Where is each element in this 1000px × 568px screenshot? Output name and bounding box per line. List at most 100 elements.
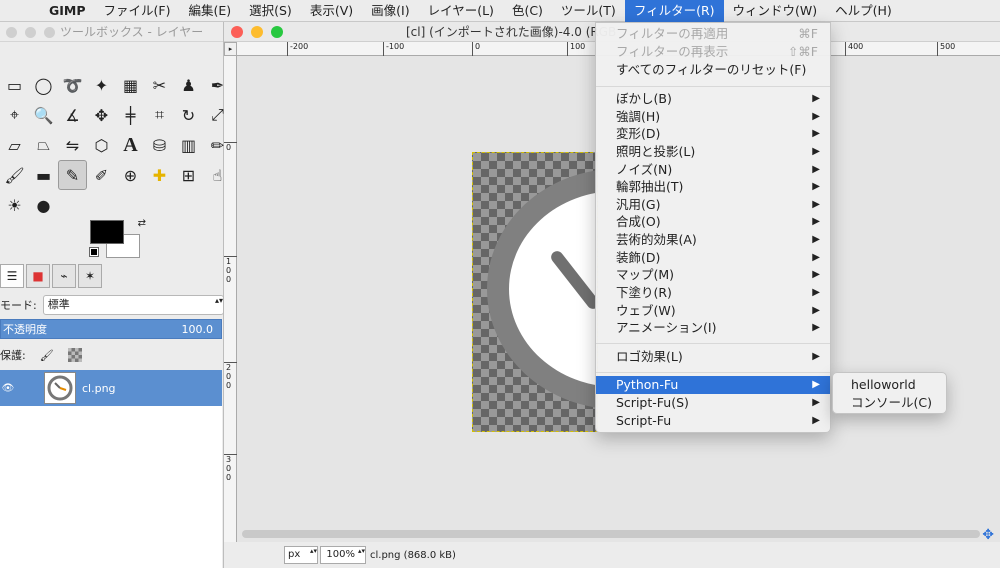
eye-icon[interactable]: 👁 bbox=[0, 383, 16, 394]
blur-icon[interactable]: ● bbox=[29, 190, 58, 220]
menu-item-web[interactable]: ウェブ(W) ▶ bbox=[596, 302, 830, 320]
zoom-select[interactable]: 100% bbox=[320, 546, 366, 564]
bucket-fill-icon[interactable]: ⛁ bbox=[145, 130, 174, 160]
color-picker-icon[interactable]: ⌖ bbox=[0, 100, 29, 130]
eraser-icon[interactable]: ▬ bbox=[29, 160, 58, 190]
clone-icon[interactable]: ⊕ bbox=[116, 160, 145, 190]
crop-icon[interactable]: ⌗ bbox=[145, 100, 174, 130]
submenu-arrow-icon: ▶ bbox=[812, 164, 820, 175]
horizontal-scrollbar[interactable] bbox=[242, 530, 980, 538]
submenu-arrow-icon: ▶ bbox=[812, 216, 820, 227]
lock-pixels-icon[interactable]: 🖌 bbox=[40, 349, 54, 362]
menu-item-script-fu[interactable]: Script-Fu ▶ bbox=[596, 412, 830, 430]
opacity-slider[interactable]: 不透明度 100.0 bbox=[0, 319, 222, 339]
perspective-clone-icon[interactable]: ⊞ bbox=[174, 160, 203, 190]
menu-item-script-fu-s[interactable]: Script-Fu(S) ▶ bbox=[596, 394, 830, 412]
unit-select[interactable]: px bbox=[284, 546, 318, 564]
image-window-title: [cl] (インポートされた画像)-4.0 (RGB bbox=[406, 25, 617, 39]
move-icon[interactable]: ✥ bbox=[87, 100, 116, 130]
rect-select-icon[interactable]: ▭ bbox=[0, 70, 29, 100]
menu-item-reshow-filter[interactable]: フィルターの再表示 ⇧⌘F bbox=[596, 43, 830, 61]
menu-item-generic[interactable]: 汎用(G) ▶ bbox=[596, 196, 830, 214]
menu-item-render[interactable]: 下塗り(R) ▶ bbox=[596, 284, 830, 302]
blend-icon[interactable]: ▥ bbox=[174, 130, 203, 160]
menu-item-artistic[interactable]: 芸術的効果(A) ▶ bbox=[596, 231, 830, 249]
menu-item-animation[interactable]: アニメーション(I) ▶ bbox=[596, 319, 830, 337]
menu-item-logos[interactable]: ロゴ効果(L) ▶ bbox=[596, 348, 830, 366]
submenu-arrow-icon: ▶ bbox=[812, 93, 820, 104]
channels-tab-icon[interactable]: ■ bbox=[26, 264, 50, 288]
ruler-tick: 0 bbox=[224, 142, 237, 152]
menu-edit[interactable]: 編集(E) bbox=[179, 0, 240, 22]
measure-icon[interactable]: ∡ bbox=[58, 100, 87, 130]
ruler-tick: 3 0 0 bbox=[224, 454, 237, 482]
foreground-select-icon[interactable]: ♟ bbox=[174, 70, 203, 100]
menu-item-decor[interactable]: 装飾(D) ▶ bbox=[596, 249, 830, 267]
image-canvas[interactable] bbox=[472, 152, 598, 432]
ellipse-select-icon[interactable]: ◯ bbox=[29, 70, 58, 100]
paintbrush-icon[interactable]: 🖌 bbox=[0, 160, 29, 190]
menu-item-distorts[interactable]: 変形(D) ▶ bbox=[596, 125, 830, 143]
close-button[interactable] bbox=[6, 27, 17, 38]
menu-image[interactable]: 画像(I) bbox=[362, 0, 418, 22]
menu-item-combine[interactable]: 合成(O) ▶ bbox=[596, 213, 830, 231]
quick-mask-toggle[interactable]: ▸ bbox=[224, 42, 237, 56]
swap-colors-icon[interactable]: ⇄ bbox=[138, 218, 146, 229]
menu-item-noise[interactable]: ノイズ(N) ▶ bbox=[596, 161, 830, 179]
menu-filters[interactable]: フィルター(R) bbox=[624, 0, 724, 22]
menu-item-edge-detect[interactable]: 輪郭抽出(T) ▶ bbox=[596, 178, 830, 196]
menu-gimp[interactable]: GIMP bbox=[40, 0, 95, 22]
layers-tab-icon[interactable]: ☰ bbox=[0, 264, 24, 288]
shear-icon[interactable]: ▱ bbox=[0, 130, 29, 160]
select-by-color-icon[interactable]: ▦ bbox=[116, 70, 145, 100]
flip-icon[interactable]: ⇋ bbox=[58, 130, 87, 160]
dodge-burn-icon[interactable]: ☀ bbox=[0, 190, 29, 220]
rotate-icon[interactable]: ↻ bbox=[174, 100, 203, 130]
lock-alpha-icon[interactable] bbox=[67, 348, 82, 362]
navigate-icon[interactable]: ✥ bbox=[982, 527, 994, 543]
menu-item-console[interactable]: コンソール(C) bbox=[833, 394, 946, 412]
foreground-color-swatch[interactable] bbox=[90, 220, 124, 244]
menu-windows[interactable]: ウィンドウ(W) bbox=[724, 0, 827, 22]
menu-tools[interactable]: ツール(T) bbox=[552, 0, 625, 22]
mode-select[interactable]: 標準 bbox=[42, 295, 224, 315]
cage-icon[interactable]: ⬡ bbox=[87, 130, 116, 160]
lasso-icon[interactable]: ➰ bbox=[58, 70, 87, 100]
menu-item-helloworld[interactable]: helloworld bbox=[833, 376, 946, 394]
menu-item-light-shadow[interactable]: 照明と投影(L) ▶ bbox=[596, 143, 830, 161]
menu-item-enhance[interactable]: 強調(H) ▶ bbox=[596, 108, 830, 126]
align-icon[interactable]: ╪ bbox=[116, 100, 145, 130]
menu-layer[interactable]: レイヤー(L) bbox=[419, 0, 503, 22]
heal-icon[interactable]: ✚ bbox=[145, 160, 174, 190]
menu-item-blur[interactable]: ぼかし(B) ▶ bbox=[596, 90, 830, 108]
minimize-button[interactable] bbox=[25, 27, 36, 38]
undo-tab-icon[interactable]: ✶ bbox=[78, 264, 102, 288]
default-colors-icon[interactable] bbox=[89, 247, 99, 257]
menu-colors[interactable]: 色(C) bbox=[503, 0, 552, 22]
close-button[interactable] bbox=[231, 26, 243, 38]
submenu-arrow-icon: ▶ bbox=[812, 146, 820, 157]
menu-item-python-fu[interactable]: Python-Fu ▶ bbox=[596, 376, 830, 394]
text-icon[interactable]: A bbox=[116, 130, 145, 160]
ink-icon[interactable]: ✐ bbox=[87, 160, 116, 190]
menu-select[interactable]: 選択(S) bbox=[240, 0, 301, 22]
menu-help[interactable]: ヘルプ(H) bbox=[826, 0, 901, 22]
zoom-button[interactable] bbox=[271, 26, 283, 38]
submenu-arrow-icon: ▶ bbox=[812, 379, 820, 390]
menu-item-map[interactable]: マップ(M) ▶ bbox=[596, 266, 830, 284]
menu-item-label: ロゴ効果(L) bbox=[616, 349, 683, 364]
minimize-button[interactable] bbox=[251, 26, 263, 38]
magic-wand-icon[interactable]: ✦ bbox=[87, 70, 116, 100]
airbrush-icon[interactable]: ✎ bbox=[58, 160, 87, 190]
layer-row[interactable]: 👁 cl.png bbox=[0, 370, 222, 406]
menu-file[interactable]: ファイル(F) bbox=[95, 0, 180, 22]
paths-tab-icon[interactable]: ⌁ bbox=[52, 264, 76, 288]
zoom-icon[interactable]: 🔍 bbox=[29, 100, 58, 130]
scissors-icon[interactable]: ✂ bbox=[145, 70, 174, 100]
menu-view[interactable]: 表示(V) bbox=[301, 0, 362, 22]
menu-item-reapply-filter[interactable]: フィルターの再適用 ⌘F bbox=[596, 25, 830, 43]
perspective-icon[interactable]: ⏢ bbox=[29, 130, 58, 160]
vertical-ruler[interactable]: 0 1 0 0 2 0 0 3 0 0 bbox=[224, 56, 237, 546]
zoom-button[interactable] bbox=[44, 27, 55, 38]
menu-item-reset-all-filters[interactable]: すべてのフィルターのリセット(F) bbox=[596, 61, 830, 79]
